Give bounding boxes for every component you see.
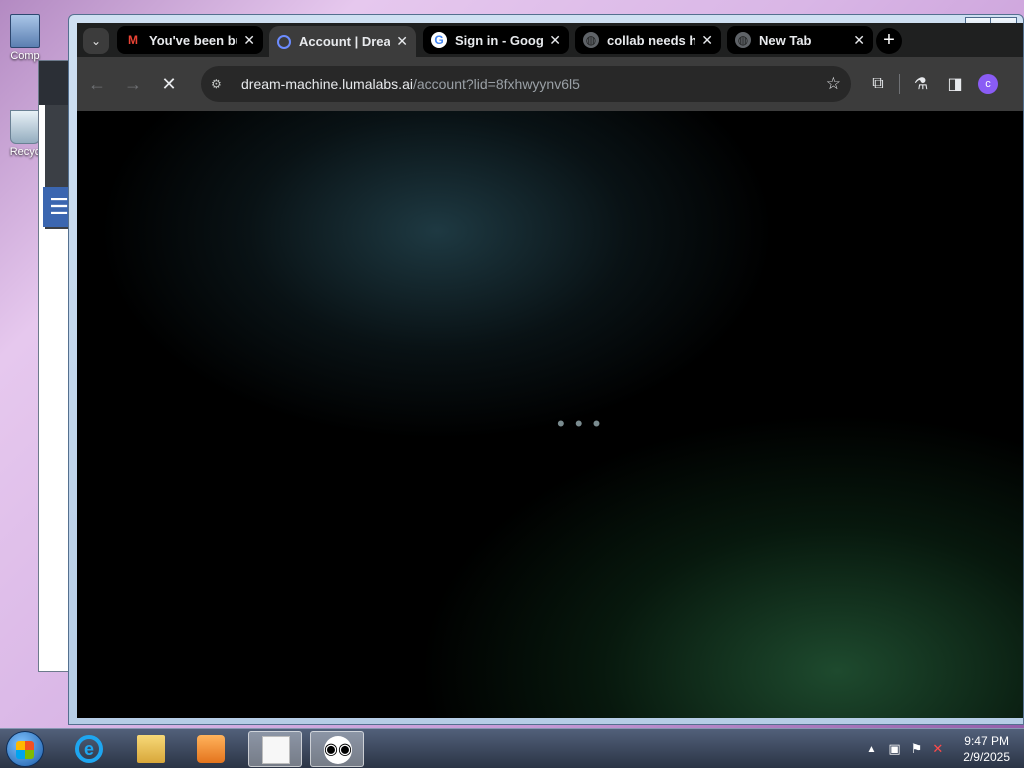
globe-icon: ◍ <box>735 32 751 48</box>
folder-icon <box>137 735 165 763</box>
tab-search-button[interactable]: ⌄ <box>83 28 109 54</box>
profile-avatar[interactable]: c <box>978 74 998 94</box>
tab-title: Account | Drea <box>299 34 391 49</box>
desktop-icon-computer[interactable]: Comp <box>2 14 48 62</box>
clock-date: 2/9/2025 <box>963 750 1010 764</box>
tab-close-icon[interactable]: ✕ <box>701 32 713 49</box>
incognito-icon: ◉◉ <box>324 736 352 764</box>
network-icon[interactable]: ▣ <box>888 741 900 757</box>
tab-account-dream-machine[interactable]: Account | Drea ✕ <box>269 26 416 57</box>
browser-window: – ▫ ⌄ M You've been bu ✕ Account | Drea … <box>68 14 1024 725</box>
desktop-icon-label: Comp <box>10 50 40 62</box>
new-tab-button[interactable]: + <box>876 28 902 54</box>
url-path: /account?lid=8fxhwyynv6l5 <box>412 76 580 92</box>
clock[interactable]: 9:47 PM 2/9/2025 <box>963 733 1010 765</box>
tab-collab[interactable]: ◍ collab needs h ✕ <box>575 26 721 54</box>
action-center-flag-icon[interactable]: ⚑ <box>911 741 923 757</box>
taskbar-internet-explorer[interactable]: e <box>62 731 116 767</box>
taskbar-media-player[interactable] <box>184 731 238 767</box>
recycle-bin-icon <box>10 110 40 144</box>
tab-close-icon[interactable]: ✕ <box>549 32 561 49</box>
tab-gmail[interactable]: M You've been bu ✕ <box>117 26 263 54</box>
site-info-icon[interactable]: ⚙ <box>211 77 231 91</box>
url-host: dream-machine.lumalabs.ai <box>241 76 413 92</box>
page-viewport: • • • <box>77 111 1023 718</box>
start-button[interactable] <box>6 731 44 767</box>
tab-title: Sign in - Googl <box>455 32 544 48</box>
tab-title: New Tab <box>759 32 812 48</box>
globe-icon: ◍ <box>583 32 599 48</box>
luma-icon <box>277 34 291 49</box>
chrome-browser: ⌄ M You've been bu ✕ Account | Drea ✕ G … <box>77 23 1023 718</box>
loading-dots: • • • <box>557 411 603 436</box>
tab-strip: ⌄ M You've been bu ✕ Account | Drea ✕ G … <box>77 23 1023 57</box>
address-bar[interactable]: ⚙ dream-machine.lumalabs.ai/account?lid=… <box>201 66 851 102</box>
show-hidden-icons-button[interactable]: ▲ <box>867 744 877 755</box>
back-button[interactable]: ← <box>81 68 113 100</box>
gmail-icon: M <box>128 33 138 47</box>
forward-button[interactable]: → <box>117 68 149 100</box>
tab-google-sign-in[interactable]: G Sign in - Googl ✕ <box>423 26 569 54</box>
desktop-icon-label: Recyc <box>9 146 41 158</box>
tab-title: collab needs h <box>607 32 696 48</box>
stop-loading-button[interactable]: ✕ <box>153 68 185 100</box>
clock-time: 9:47 PM <box>964 734 1009 748</box>
taskbar: e ◉◉ ▲ ▣ ⚑ ✕ 9:47 PM 2/9/2025 <box>0 728 1024 768</box>
browser-toolbar: ← → ✕ ⚙ dream-machine.lumalabs.ai/accoun… <box>77 57 1023 111</box>
tab-close-icon[interactable]: ✕ <box>853 32 865 49</box>
document-icon <box>262 736 290 764</box>
internet-explorer-icon: e <box>75 735 103 763</box>
side-panel-icon[interactable]: ◨ <box>938 74 972 94</box>
tab-title: You've been bu <box>149 32 238 48</box>
computer-icon <box>10 14 40 48</box>
google-icon: G <box>431 32 447 48</box>
taskbar-chrome-incognito[interactable]: ◉◉ <box>310 731 364 767</box>
bookmark-star-icon[interactable]: ☆ <box>826 74 841 94</box>
url-text[interactable]: dream-machine.lumalabs.ai/account?lid=8f… <box>241 76 580 92</box>
windows-logo-icon <box>16 741 34 759</box>
tab-new-tab[interactable]: ◍ New Tab ✕ <box>727 26 873 54</box>
labs-flask-icon[interactable]: ⚗ <box>904 74 938 94</box>
system-tray: ▲ ▣ ⚑ ✕ 9:47 PM 2/9/2025 <box>867 729 1014 768</box>
tab-close-icon[interactable]: ✕ <box>243 32 255 49</box>
media-player-icon <box>197 735 225 763</box>
toolbar-separator <box>899 74 900 94</box>
extensions-icon[interactable]: ⧉ <box>861 75 895 93</box>
taskbar-notepad[interactable] <box>248 731 302 767</box>
taskbar-file-explorer[interactable] <box>124 731 178 767</box>
volume-muted-icon[interactable]: ✕ <box>932 741 943 757</box>
tab-close-icon[interactable]: ✕ <box>396 33 408 50</box>
